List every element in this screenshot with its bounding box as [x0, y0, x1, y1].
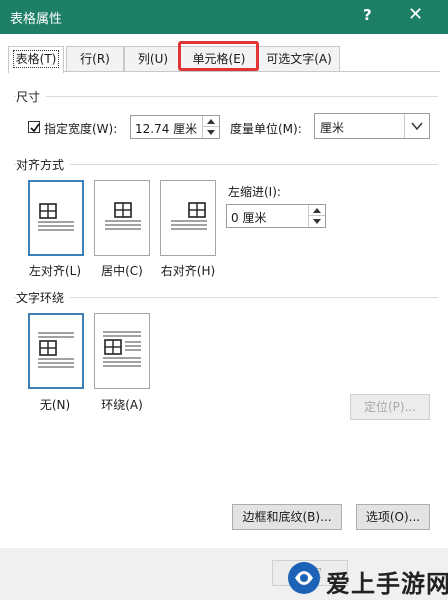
preferred-width-input[interactable]: 12.74 厘米 [130, 115, 220, 139]
wrap-around-icon [103, 331, 141, 367]
tab-cell[interactable]: 单元格(E) [180, 46, 258, 71]
align-center-option[interactable] [94, 180, 150, 256]
spin-up-icon[interactable] [203, 116, 219, 127]
tab-column[interactable]: 列(U) [124, 46, 182, 71]
tab-strip-divider [8, 71, 440, 72]
align-left-icon [38, 203, 74, 231]
tab-row[interactable]: 行(R) [66, 46, 124, 71]
indent-from-left-input[interactable]: 0 厘米 [226, 204, 326, 228]
wrap-around-option[interactable] [94, 313, 150, 389]
size-group-label: 尺寸 [16, 88, 47, 105]
indent-from-left-value: 0 厘米 [231, 211, 267, 225]
title-bar: 表格属性 ? ✕ [0, 0, 448, 34]
align-left-option[interactable] [28, 180, 84, 256]
borders-and-shading-button[interactable]: 边框和底纹(B)... [232, 504, 342, 530]
align-right-option[interactable] [160, 180, 216, 256]
tab-alt-text[interactable]: 可选文字(A) [258, 46, 340, 71]
dialog-title: 表格属性 [10, 12, 63, 27]
wrapping-group-label: 文字环绕 [16, 289, 71, 306]
wrap-around-label: 环绕(A) [101, 398, 143, 412]
align-right-icon [171, 202, 207, 230]
help-icon[interactable]: ? [363, 6, 372, 24]
spin-down-icon[interactable] [203, 127, 219, 138]
indent-from-left-label: 左缩进(I): [228, 185, 281, 199]
spin-up-icon[interactable] [309, 205, 325, 216]
site-watermark: 爱上手游网 [286, 560, 448, 598]
wrapping-group-rule [14, 297, 438, 298]
align-center-icon [105, 202, 141, 230]
wrap-none-icon [38, 332, 74, 368]
wrap-none-label: 无(N) [39, 398, 71, 412]
wrap-none-option[interactable] [28, 313, 84, 389]
spin-down-icon[interactable] [309, 216, 325, 227]
preferred-width-value: 12.74 厘米 [135, 122, 198, 136]
preferred-width-checkbox[interactable] [28, 121, 40, 133]
watermark-text: 爱上手游网 [326, 570, 448, 598]
alignment-group-rule [14, 164, 438, 165]
align-left-label: 左对齐(L) [28, 264, 82, 278]
chevron-down-icon [404, 114, 429, 138]
align-right-label: 右对齐(H) [160, 264, 216, 278]
watermark-logo-icon [288, 562, 320, 594]
close-icon[interactable]: ✕ [408, 4, 423, 25]
align-center-label: 居中(C) [101, 264, 143, 278]
alignment-group-label: 对齐方式 [16, 156, 71, 173]
preferred-width-label: 指定宽度(W): [44, 122, 118, 136]
options-button[interactable]: 选项(O)... [356, 504, 430, 530]
tab-table[interactable]: 表格(T) [8, 46, 64, 73]
measure-in-value: 厘米 [320, 121, 345, 135]
measure-in-select[interactable]: 厘米 [314, 113, 430, 139]
size-group-rule [14, 96, 438, 97]
positioning-button[interactable]: 定位(P)... [350, 394, 430, 420]
measure-in-label: 度量单位(M): [230, 122, 302, 136]
